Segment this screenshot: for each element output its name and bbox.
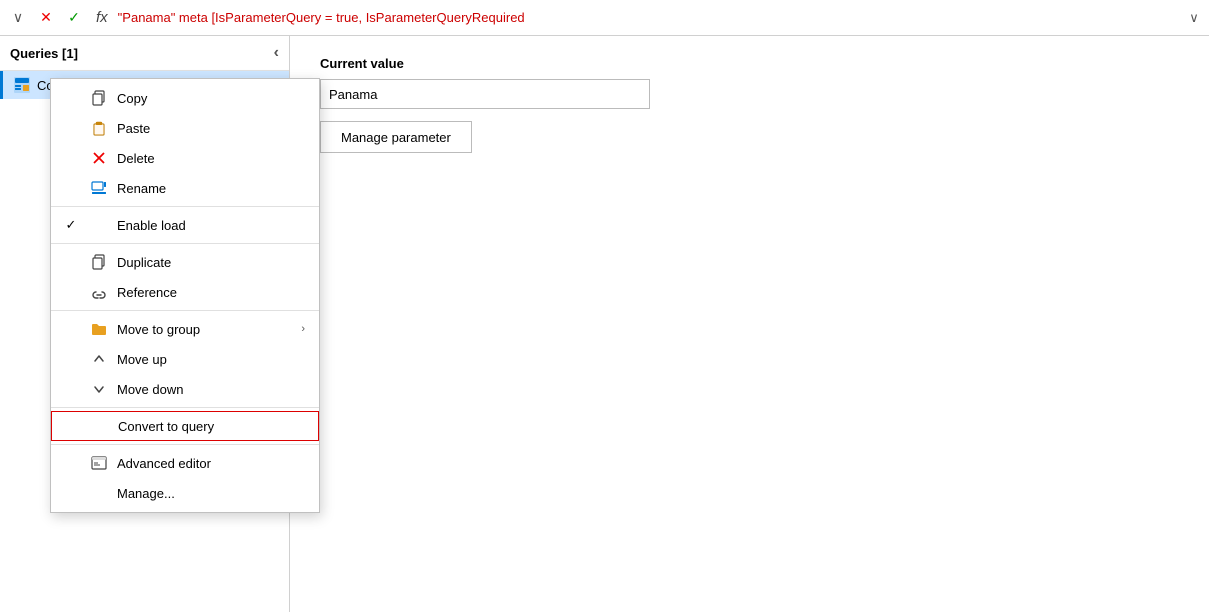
sidebar: Queries [1] ‹ CountryName (Panama) (0, 36, 290, 612)
formula-bar: ∨ ✕ ✓ fx "Panama" meta [IsParameterQuery… (0, 0, 1209, 36)
enable-load-check: ✓ (61, 217, 81, 233)
menu-item-reference[interactable]: Reference (51, 277, 319, 307)
menu-manage-label: Manage... (117, 486, 305, 501)
menu-item-move-to-group[interactable]: Move to group › (51, 314, 319, 344)
sidebar-header: Queries [1] ‹ (0, 36, 289, 71)
menu-paste-label: Paste (117, 121, 305, 136)
menu-item-move-down[interactable]: Move down (51, 374, 319, 404)
menu-item-enable-load[interactable]: ✓ Enable load (51, 210, 319, 240)
submenu-arrow: › (301, 323, 305, 335)
folder-icon (89, 319, 109, 339)
menu-advanced-editor-label: Advanced editor (117, 456, 305, 471)
formula-expand-icon[interactable]: ∨ (1185, 10, 1203, 26)
sidebar-collapse-btn[interactable]: ‹ (274, 44, 279, 62)
current-value-input[interactable] (320, 79, 650, 109)
menu-move-to-group-label: Move to group (117, 322, 293, 337)
menu-item-manage[interactable]: Manage... (51, 478, 319, 508)
rename-icon (89, 178, 109, 198)
menu-enable-load-label: Enable load (117, 218, 305, 233)
menu-duplicate-label: Duplicate (117, 255, 305, 270)
paste-icon (89, 118, 109, 138)
main-area: Queries [1] ‹ CountryName (Panama) (0, 36, 1209, 612)
menu-item-move-up[interactable]: Move up (51, 344, 319, 374)
menu-rename-label: Rename (117, 181, 305, 196)
advanced-editor-icon (89, 453, 109, 473)
menu-item-advanced-editor[interactable]: Advanced editor (51, 448, 319, 478)
menu-move-up-label: Move up (117, 352, 305, 367)
separator-3 (51, 310, 319, 311)
menu-item-duplicate[interactable]: Duplicate (51, 247, 319, 277)
menu-item-convert-to-query[interactable]: Convert to query (51, 411, 319, 441)
menu-item-paste[interactable]: Paste (51, 113, 319, 143)
move-down-icon (89, 379, 109, 399)
separator-2 (51, 243, 319, 244)
delete-icon (89, 148, 109, 168)
manage-parameter-button[interactable]: Manage parameter (320, 121, 472, 153)
current-value-label: Current value (320, 56, 1179, 71)
sidebar-title: Queries [1] (10, 46, 78, 61)
menu-item-delete[interactable]: Delete (51, 143, 319, 173)
menu-copy-label: Copy (117, 91, 305, 106)
reference-icon (89, 282, 109, 302)
copy-icon (89, 88, 109, 108)
menu-item-copy[interactable]: Copy (51, 83, 319, 113)
menu-item-rename[interactable]: Rename (51, 173, 319, 203)
menu-move-down-label: Move down (117, 382, 305, 397)
formula-cancel-btn[interactable]: ✕ (34, 6, 58, 30)
separator-4 (51, 407, 319, 408)
context-menu: Copy Paste (50, 78, 320, 513)
menu-delete-label: Delete (117, 151, 305, 166)
menu-convert-label: Convert to query (118, 419, 304, 434)
query-item-icon (13, 76, 31, 94)
menu-reference-label: Reference (117, 285, 305, 300)
move-up-icon (89, 349, 109, 369)
fx-icon: fx (90, 9, 114, 26)
content-area: Current value Manage parameter (290, 36, 1209, 612)
formula-text: "Panama" meta [IsParameterQuery = true, … (118, 10, 1181, 25)
duplicate-icon (89, 252, 109, 272)
formula-confirm-btn[interactable]: ✓ (62, 6, 86, 30)
formula-bar-chevron-left[interactable]: ∨ (6, 6, 30, 30)
separator-5 (51, 444, 319, 445)
separator-1 (51, 206, 319, 207)
